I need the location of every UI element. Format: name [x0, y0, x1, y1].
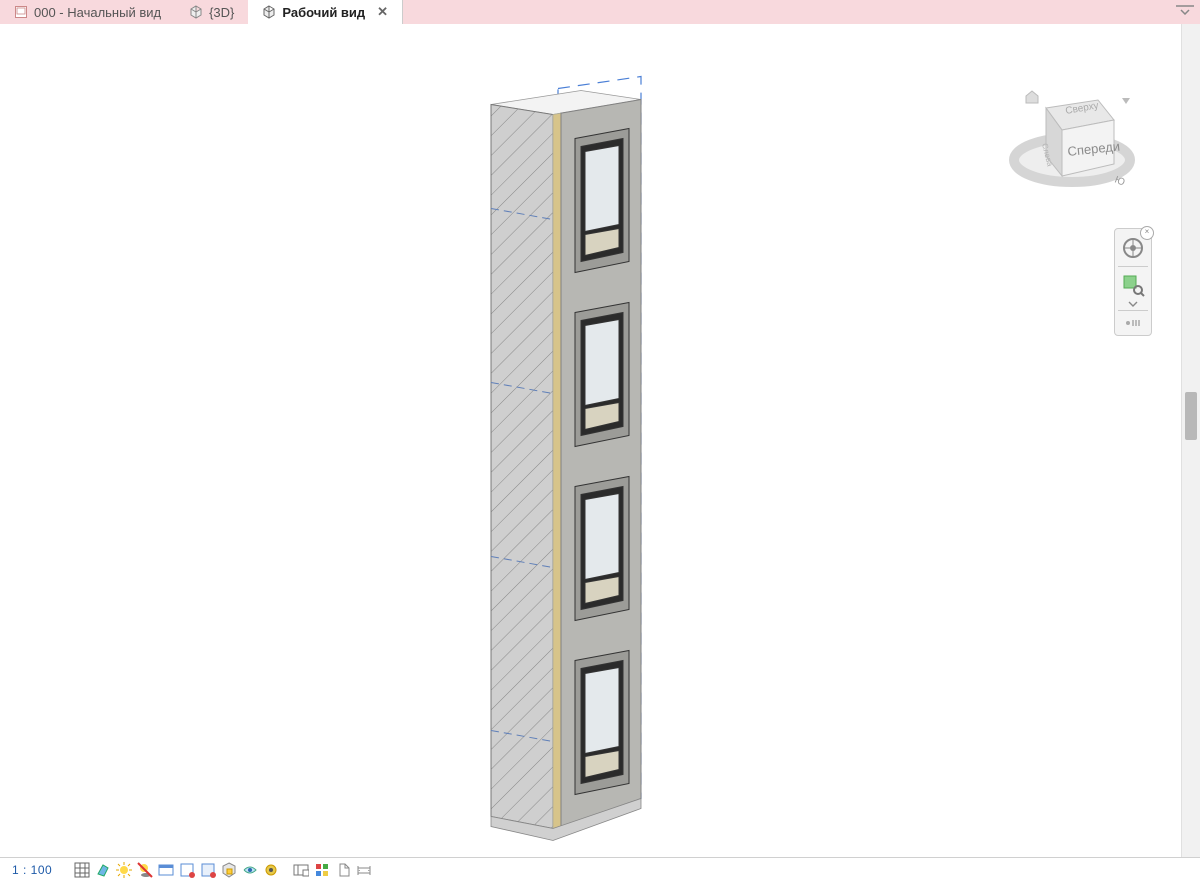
reveal-constraints-button[interactable]: [355, 861, 373, 879]
tab-working-view[interactable]: Рабочий вид ✕: [248, 0, 403, 24]
building-model: [461, 66, 721, 849]
reveal-hidden-button[interactable]: [262, 861, 280, 879]
show-crop-button[interactable]: [199, 861, 217, 879]
tab-overflow-button[interactable]: [1176, 3, 1194, 18]
view-cube[interactable]: Ю Сверху Слева Спереди: [1002, 64, 1142, 204]
visual-style-button[interactable]: [94, 861, 112, 879]
tab-label: 000 - Начальный вид: [34, 5, 161, 20]
sheet-icon: [14, 5, 28, 19]
crop-view-button[interactable]: [178, 861, 196, 879]
shadows-button[interactable]: [136, 861, 154, 879]
view-control-bar: 1 : 100: [0, 857, 1200, 881]
zoom-region-button[interactable]: [1119, 271, 1147, 299]
analytical-model-button[interactable]: [313, 861, 331, 879]
tab-3d[interactable]: {3D}: [175, 0, 248, 24]
scale-value[interactable]: 1 : 100: [12, 863, 52, 877]
tab-label: Рабочий вид: [282, 5, 365, 20]
chevron-down-icon[interactable]: [1128, 301, 1138, 307]
detail-level-button[interactable]: [73, 861, 91, 879]
close-icon[interactable]: ✕: [377, 4, 388, 20]
tab-label: {3D}: [209, 5, 234, 20]
highlight-displacement-button[interactable]: [334, 861, 352, 879]
close-icon[interactable]: ×: [1140, 226, 1154, 240]
scrollbar-thumb[interactable]: [1185, 392, 1197, 440]
unlock-3d-button[interactable]: [220, 861, 238, 879]
nav-expand-button[interactable]: [1119, 316, 1147, 330]
view-tab-bar: 000 - Начальный вид {3D} Рабочий вид ✕: [0, 0, 1200, 25]
vertical-scrollbar[interactable]: [1181, 24, 1200, 858]
navigation-bar: ×: [1114, 228, 1152, 336]
cube-icon: [189, 5, 203, 19]
cube-icon: [262, 5, 276, 19]
worksharing-display-button[interactable]: [292, 861, 310, 879]
divider: [1118, 266, 1148, 267]
rendering-dialog-button[interactable]: [157, 861, 175, 879]
model-viewport[interactable]: Ю Сверху Слева Спереди ×: [0, 24, 1182, 858]
sun-path-button[interactable]: [115, 861, 133, 879]
tab-initial-view[interactable]: 000 - Начальный вид: [0, 0, 175, 24]
divider: [1118, 310, 1148, 311]
temporary-hide-button[interactable]: [241, 861, 259, 879]
